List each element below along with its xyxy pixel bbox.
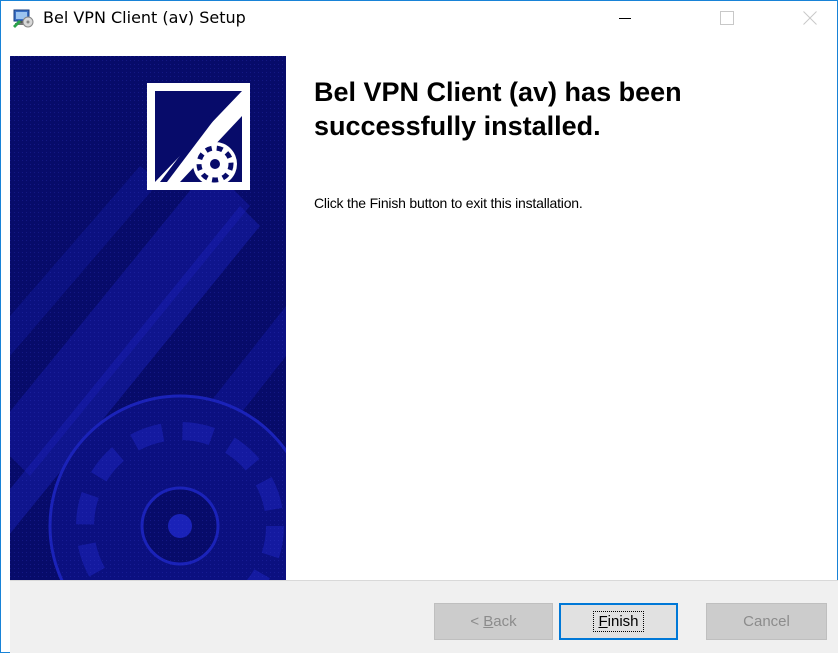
completion-instructions: Click the Finish button to exit this ins…: [314, 195, 583, 211]
maximize-button: [704, 1, 750, 34]
setup-installer-icon: [11, 6, 35, 30]
finish-button-focus: Finish: [593, 611, 644, 632]
close-icon: [803, 10, 817, 25]
installer-disc-logo: [147, 83, 250, 190]
back-button-prefix: <: [470, 613, 484, 630]
close-button: [787, 1, 833, 34]
minimize-icon: [619, 17, 631, 19]
minimize-button[interactable]: [602, 1, 648, 34]
completion-heading: Bel VPN Client (av) has been successfull…: [314, 77, 682, 141]
setup-banner: [10, 56, 286, 580]
finish-button[interactable]: Finish: [559, 603, 678, 640]
maximize-icon: [720, 10, 734, 25]
back-button: < Back: [434, 603, 553, 640]
window-title: Bel VPN Client (av) Setup: [43, 8, 246, 27]
finish-button-label: inish: [607, 613, 639, 630]
back-button-label: ack: [493, 613, 517, 630]
title-bar[interactable]: Bel VPN Client (av) Setup: [1, 1, 837, 34]
setup-window: Bel VPN Client (av) Setup Bel VPN Client…: [0, 0, 838, 653]
cancel-button: Cancel: [706, 603, 827, 640]
back-button-mnemonic: B: [483, 613, 494, 630]
cancel-button-label: Cancel: [743, 613, 790, 630]
finish-button-mnemonic: F: [598, 613, 608, 630]
